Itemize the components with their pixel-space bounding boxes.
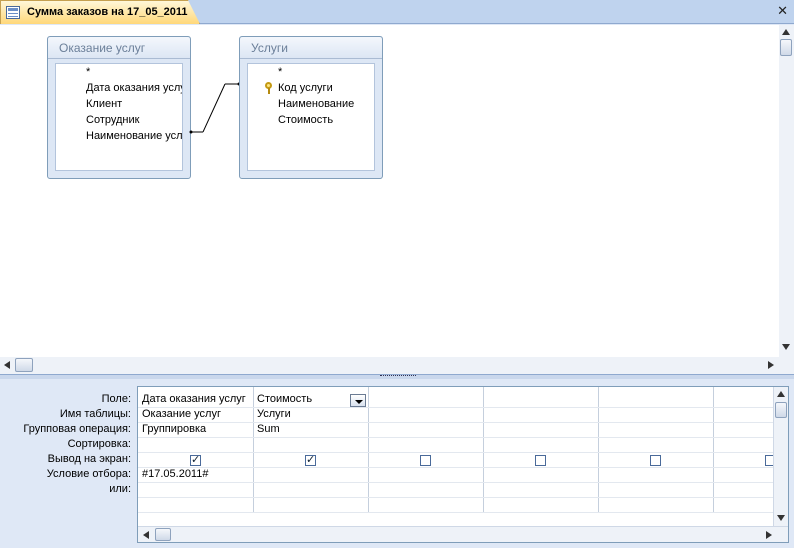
document-tab-bar: Сумма заказов на 17_05_2011 ✕: [0, 0, 794, 24]
grid-total-cell[interactable]: Sum: [253, 422, 368, 437]
table-design-area[interactable]: Оказание услуг * Дата оказания услуг Кли…: [0, 25, 794, 357]
scroll-thumb[interactable]: [155, 528, 171, 541]
primary-key-icon: [265, 82, 273, 94]
row-divider: [138, 512, 774, 513]
scroll-right-icon[interactable]: [768, 361, 774, 369]
grid-table-cell[interactable]: Оказание услуг: [138, 407, 253, 422]
row-label-show: Вывод на экран:: [47, 453, 131, 465]
field-list-item[interactable]: *: [248, 64, 374, 80]
grid-sort-cell[interactable]: [253, 437, 368, 452]
query-title: Сумма заказов на 17_05_2011: [27, 6, 188, 18]
scroll-thumb[interactable]: [775, 402, 787, 418]
scroll-up-icon[interactable]: [777, 391, 785, 397]
table-header[interactable]: Оказание услуг: [48, 37, 190, 59]
close-icon[interactable]: ✕: [777, 4, 788, 18]
show-checkbox[interactable]: [190, 453, 201, 466]
field-list: * Дата оказания услуг Клиент Сотрудник Н…: [55, 63, 183, 171]
column-divider[interactable]: [368, 387, 369, 513]
row-divider: [138, 497, 774, 498]
grid-total-cell[interactable]: Группировка: [138, 422, 253, 437]
query-icon: [6, 6, 20, 19]
column-divider[interactable]: [713, 387, 714, 513]
row-divider: [138, 452, 774, 453]
grid-field-cell[interactable]: Дата оказания услуг: [138, 392, 253, 407]
table-header[interactable]: Услуги: [240, 37, 382, 59]
column-divider[interactable]: [598, 387, 599, 513]
field-list-item[interactable]: *: [56, 64, 182, 80]
grid-horizontal-scrollbar[interactable]: [138, 526, 788, 542]
field-list-item-key[interactable]: Код услуги: [248, 80, 374, 96]
field-list-item[interactable]: Наименование услуги: [56, 128, 182, 144]
row-label-or: или:: [109, 483, 131, 495]
scroll-down-icon[interactable]: [777, 515, 785, 521]
field-label: Код услуги: [278, 82, 333, 94]
design-vertical-scrollbar[interactable]: [779, 25, 794, 357]
show-checkbox[interactable]: [650, 455, 661, 466]
pane-splitter[interactable]: [0, 374, 794, 379]
field-list-item[interactable]: Клиент: [56, 96, 182, 112]
scroll-down-icon[interactable]: [782, 344, 790, 350]
field-list: * Код услуги Наименование Стоимость: [247, 63, 375, 171]
row-label-total: Групповая операция:: [23, 423, 131, 435]
field-list-item[interactable]: Стоимость: [248, 112, 374, 128]
table-box-okazanie-uslug[interactable]: Оказание услуг * Дата оказания услуг Кли…: [47, 36, 191, 179]
design-horizontal-scrollbar[interactable]: [0, 357, 794, 374]
table-box-uslugi[interactable]: Услуги * Код услуги Наименование Стоимос…: [239, 36, 383, 179]
grid-sort-cell[interactable]: [138, 437, 253, 452]
row-label-sort: Сортировка:: [67, 438, 131, 450]
relationship-line: [189, 82, 241, 134]
query-grid-area: Поле: Имя таблицы: Групповая операция: С…: [0, 380, 794, 548]
dropdown-icon[interactable]: [350, 394, 366, 407]
field-list-item[interactable]: Дата оказания услуг: [56, 80, 182, 96]
splitter-grip[interactable]: [380, 375, 416, 378]
scroll-left-icon[interactable]: [4, 361, 10, 369]
scroll-thumb[interactable]: [15, 358, 33, 372]
scroll-left-icon[interactable]: [143, 531, 149, 539]
grid-vertical-scrollbar[interactable]: [773, 387, 788, 527]
scroll-right-icon[interactable]: [766, 531, 772, 539]
scroll-up-icon[interactable]: [782, 29, 790, 35]
row-label-table: Имя таблицы:: [59, 408, 131, 420]
column-divider[interactable]: [483, 387, 484, 513]
row-divider: [138, 482, 774, 483]
query-tab[interactable]: Сумма заказов на 17_05_2011: [0, 0, 200, 24]
design-grid[interactable]: Дата оказания услуг Оказание услуг Групп…: [137, 386, 789, 543]
grid-criteria-cell[interactable]: #17.05.2011#: [138, 467, 253, 482]
show-checkbox[interactable]: [420, 455, 431, 466]
grid-table-cell[interactable]: Услуги: [253, 407, 368, 422]
field-list-item[interactable]: Наименование: [248, 96, 374, 112]
row-label-field: Поле:: [101, 393, 131, 405]
field-list-item[interactable]: Сотрудник: [56, 112, 182, 128]
show-checkbox[interactable]: [535, 455, 546, 466]
scroll-thumb[interactable]: [780, 39, 792, 56]
row-label-criteria: Условие отбора:: [46, 468, 131, 480]
show-checkbox[interactable]: [305, 453, 316, 466]
